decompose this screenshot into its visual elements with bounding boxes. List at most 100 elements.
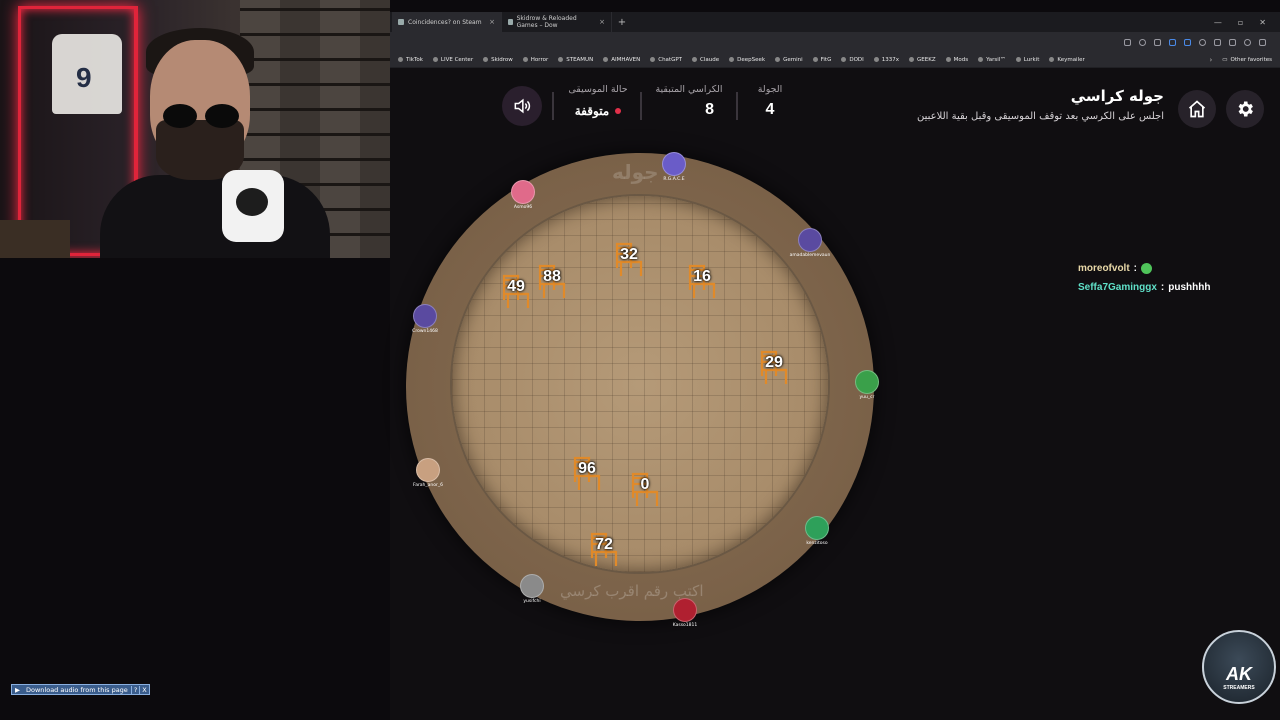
browser-tab[interactable]: Coincidences? on Steam × [392,12,502,32]
download-audio-link[interactable]: Download audio from this page [23,686,131,694]
chair-number: 32 [620,246,638,263]
avatar [805,516,829,540]
minimize-icon[interactable]: — [1214,18,1222,27]
bookmark-icon [432,57,438,62]
close-icon[interactable]: X [139,685,148,694]
bookmark[interactable]: Mods [945,57,968,63]
avatar [798,228,822,252]
bookmark[interactable]: DeepSeek [729,57,765,63]
chat-text: pushhhh [1168,282,1211,293]
chair-number: 96 [578,460,596,477]
bookmark-icon [873,57,879,62]
folder-icon: ▭ [1222,56,1228,63]
chair[interactable]: 16 [680,260,724,300]
avatar [413,304,437,328]
bookmark-icon [812,57,818,62]
bookmark[interactable]: Lurkit [1015,57,1039,63]
player-name: Crown1468 [412,329,438,334]
bookmark[interactable]: Keymailer [1049,57,1085,63]
bookmark[interactable]: TikTok [398,57,423,63]
bookmark[interactable]: FitG [812,57,831,63]
bookmark[interactable]: 1337x [873,57,899,63]
bookmark[interactable]: DODI [841,57,864,63]
bookmark-icon [558,57,564,62]
chair[interactable]: 72 [582,528,626,568]
player-name: kenzitoso [806,541,828,546]
download-audio-bar[interactable]: ▶ Download audio from this page ? X [11,684,150,695]
bookmark[interactable]: ChatGPT [650,57,682,63]
bookmark-icon [522,57,528,62]
player-name: yusifchi [523,599,541,604]
screen: 9 Coincidences? on Steam × Skidrow & Relo… [0,0,1280,720]
chair-number: 72 [595,536,613,553]
bookmarks-overflow-chevron-icon[interactable]: › [1209,56,1212,64]
favorite-star-icon[interactable] [1184,38,1191,46]
collections-icon[interactable] [1214,38,1221,46]
refresh-icon[interactable] [1199,38,1206,46]
music-status-label: حالة الموسيقى [568,84,628,95]
bookmark[interactable]: Gemini [775,57,803,63]
read-aloud-icon[interactable] [1169,38,1176,46]
sound-toggle-button[interactable] [502,86,542,126]
help-icon[interactable]: ? [130,685,139,694]
chair[interactable]: 29 [752,346,796,386]
settings-button[interactable] [1226,90,1264,128]
bookmark[interactable]: Claude [692,57,719,63]
alien-emote-icon [1141,263,1153,274]
bookmark[interactable]: GEEKZ [909,57,936,63]
close-tab-icon[interactable]: × [599,18,605,26]
player-name: Kasso1811 [672,623,698,628]
player-avatar: yuu_cr [837,370,897,400]
close-tab-icon[interactable]: × [489,18,495,26]
jersey: 9 [52,34,122,114]
gear-icon [1238,101,1253,117]
bookmark-icon [1015,57,1021,62]
bookmark-icon [775,57,781,62]
more-menu-icon[interactable] [1259,38,1266,46]
tab-favicon-icon [508,19,513,25]
ak-streamers-logo: AK STREAMERS [1202,630,1276,704]
reader-icon[interactable] [1124,38,1131,46]
player-avatar: Kasso1811 [655,598,715,628]
other-favorites-folder[interactable]: ▭ Other favorites [1222,57,1280,63]
chair-number: 16 [693,268,711,285]
chair[interactable]: 32 [607,238,651,278]
bookmark-icon [945,57,951,62]
play-icon: ▶ [15,685,20,694]
bookmark[interactable]: AIMHAVEN [603,57,640,63]
avatar [511,180,535,204]
chair[interactable]: 0 [623,468,667,508]
divider [552,92,554,120]
chair[interactable]: 96 [565,452,609,492]
round-label: الجولة [757,84,783,95]
maximize-icon[interactable]: ▫ [1238,18,1243,27]
bookmark[interactable]: Horror [522,57,548,63]
new-tab-button[interactable]: + [612,17,632,28]
player-name: Farah_anor_6 [413,483,443,488]
bookmark-icon [909,57,915,62]
chair-number: 0 [640,476,650,493]
browser-tab[interactable]: Skidrow & Reloaded Games – Dow × [502,12,612,32]
zoom-icon[interactable] [1139,38,1146,46]
home-button[interactable] [1178,90,1216,128]
extensions-icon[interactable] [1229,38,1236,46]
bookmark[interactable]: Yarsil™ [978,57,1006,63]
bookmark-icon [1049,57,1055,62]
round-stat: الجولة 4 [750,84,790,119]
bookmark[interactable]: STEAMUN [558,57,593,63]
translate-icon[interactable] [1154,38,1161,46]
home-icon [1188,100,1206,118]
player-avatar: R.G.A.C.E [644,152,704,182]
remaining-chairs-label: الكراسي المتبقية [655,84,723,95]
close-window-icon[interactable]: ✕ [1259,18,1266,27]
remaining-chairs-value: 8 [705,101,714,118]
player-name: yuu_cr [859,395,875,400]
bookmark[interactable]: LIVE Center [432,57,473,63]
player-avatar: kenzitoso [787,516,847,546]
player-name: R.G.A.C.E [663,177,685,182]
chair[interactable]: 49 [494,270,538,310]
round-value: 4 [765,101,775,118]
profile-avatar-icon[interactable] [1244,38,1251,46]
player-avatar: amadablemevaun [780,228,840,258]
bookmark[interactable]: Skidrow [483,57,513,63]
